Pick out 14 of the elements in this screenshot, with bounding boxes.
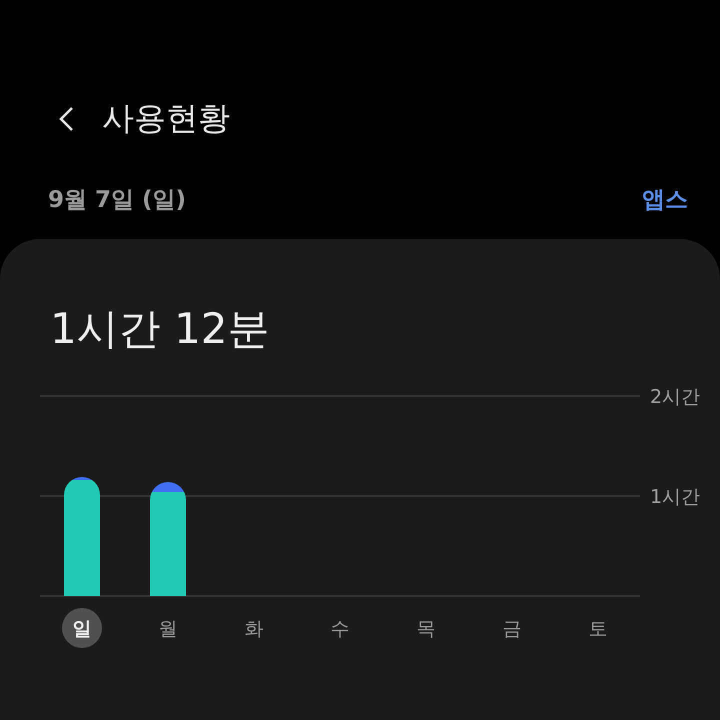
axis-label: 1시간 bbox=[650, 486, 700, 508]
date-label: 9월 7일 (일) bbox=[48, 186, 186, 215]
day-tab[interactable]: 금 bbox=[502, 618, 522, 640]
apps-link[interactable]: 앱스 bbox=[642, 184, 688, 215]
day-tab[interactable]: 수 bbox=[330, 618, 350, 640]
page-title: 사용현황 bbox=[102, 98, 230, 139]
axis-label: 2시간 bbox=[650, 386, 700, 408]
total-time: 1시간 12분 bbox=[49, 303, 271, 355]
day-tab[interactable]: 화 bbox=[244, 618, 264, 640]
day-tab[interactable]: 목 bbox=[416, 618, 436, 640]
day-tab[interactable]: 월 bbox=[158, 618, 178, 640]
back-icon[interactable] bbox=[58, 106, 74, 132]
day-tab[interactable]: 일 bbox=[62, 608, 102, 648]
day-tab[interactable]: 토 bbox=[588, 618, 608, 640]
